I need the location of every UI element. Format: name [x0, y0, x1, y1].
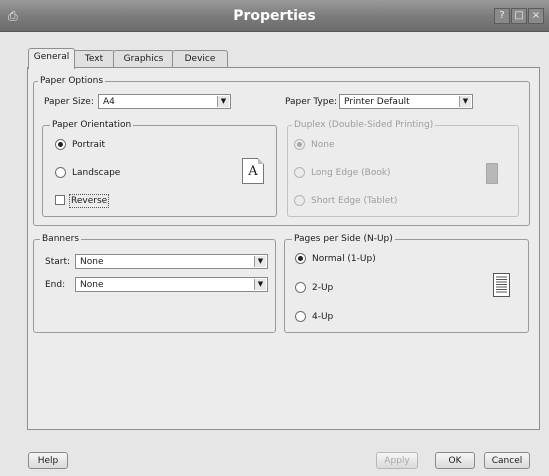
banner-end-label: End:	[45, 280, 66, 290]
duplex-long-edge-radio[interactable]	[294, 167, 305, 178]
chevron-down-icon: ▼	[459, 96, 471, 107]
banner-start-label: Start:	[45, 257, 71, 267]
duplex-preview-icon	[486, 163, 498, 184]
chevron-down-icon: ▼	[254, 279, 266, 290]
portrait-radio[interactable]	[55, 139, 66, 150]
duplex-short-edge-label: Short Edge (Tablet)	[311, 196, 398, 206]
landscape-radio[interactable]	[55, 167, 66, 178]
duplex-none-radio[interactable]	[294, 139, 305, 150]
banner-start-select[interactable]: None ▼	[75, 254, 268, 269]
pages-per-side-legend: Pages per Side (N-Up)	[292, 234, 395, 245]
paper-size-label: Paper Size:	[44, 97, 94, 107]
nup-2-radio[interactable]	[295, 282, 306, 293]
landscape-label: Landscape	[72, 168, 121, 178]
duplex-long-edge-label: Long Edge (Book)	[311, 168, 391, 178]
paper-size-select[interactable]: A4 ▼	[98, 94, 231, 109]
window-title: Properties	[233, 8, 316, 24]
duplex-none-label: None	[311, 140, 335, 150]
paper-orientation-legend: Paper Orientation	[50, 120, 134, 131]
portrait-label: Portrait	[72, 140, 106, 150]
tab-graphics[interactable]: Graphics	[113, 50, 174, 68]
reverse-checkbox[interactable]	[55, 195, 65, 205]
close-window-button[interactable]: ×	[528, 8, 544, 24]
banner-end-select[interactable]: None ▼	[75, 277, 268, 292]
page-corner	[258, 158, 264, 164]
tab-text[interactable]: Text	[73, 50, 115, 68]
nup-4-radio[interactable]	[295, 311, 306, 322]
paper-options-legend: Paper Options	[38, 76, 106, 87]
nup-1-label: Normal (1-Up)	[312, 254, 376, 264]
paper-size-value: A4	[103, 97, 115, 107]
maximize-window-button[interactable]: □	[511, 8, 527, 24]
banner-start-value: None	[80, 257, 104, 267]
paper-type-select[interactable]: Printer Default ▼	[339, 94, 473, 109]
nup-4-label: 4-Up	[312, 312, 334, 322]
tab-general[interactable]: General	[28, 48, 75, 69]
cancel-button[interactable]: Cancel	[484, 452, 530, 469]
duplex-legend: Duplex (Double-Sided Printing)	[292, 120, 436, 131]
chevron-down-icon: ▼	[217, 96, 229, 107]
nup-preview-icon	[493, 273, 510, 297]
nup-1-radio[interactable]	[295, 253, 306, 264]
help-window-button[interactable]: ?	[494, 8, 510, 24]
help-button[interactable]: Help	[28, 452, 68, 469]
apply-button[interactable]: Apply	[376, 452, 418, 469]
reverse-label: Reverse	[69, 194, 110, 208]
preview-letter: A	[248, 164, 258, 179]
duplex-short-edge-radio[interactable]	[294, 195, 305, 206]
nup-2-label: 2-Up	[312, 283, 334, 293]
ok-button[interactable]: OK	[435, 452, 475, 469]
banners-legend: Banners	[40, 234, 82, 245]
paper-type-label: Paper Type:	[285, 97, 338, 107]
orientation-preview-icon: A	[242, 158, 264, 184]
chevron-down-icon: ▼	[254, 256, 266, 267]
banner-end-value: None	[80, 280, 104, 290]
paper-type-value: Printer Default	[344, 97, 410, 107]
tab-device[interactable]: Device	[172, 50, 228, 68]
